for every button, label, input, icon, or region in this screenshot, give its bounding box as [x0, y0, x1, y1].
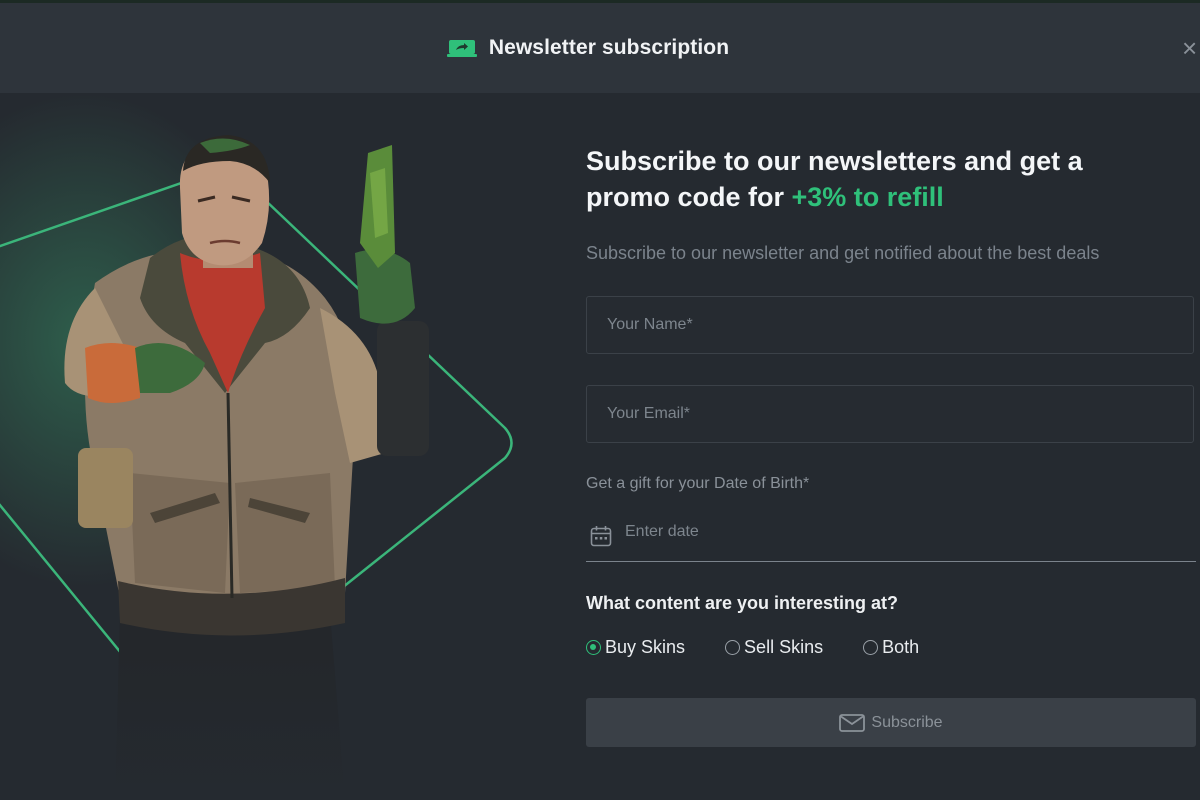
close-button[interactable]: × — [1182, 33, 1200, 63]
header-title-group: Newsletter subscription — [446, 36, 730, 60]
content-question: What content are you interesting at? — [586, 593, 899, 613]
date-of-birth-field[interactable] — [586, 509, 1196, 562]
header-title: Newsletter subscription — [488, 36, 730, 59]
promo-subtext: Subscribe to our newsletter and get noti… — [586, 243, 1100, 263]
hero-artwork — [0, 93, 560, 800]
radio-label: Sell Skins — [744, 637, 824, 657]
date-of-birth-label: Get a gift for your Date of Birth* — [586, 475, 810, 492]
email-input[interactable] — [586, 385, 1194, 443]
name-input[interactable] — [586, 296, 1194, 354]
promo-heading-accent: +3% to refill — [791, 182, 944, 212]
radio-unselected-icon — [863, 640, 879, 655]
promo-tag-icon — [446, 40, 477, 57]
radio-unselected-icon — [725, 640, 741, 655]
date-input[interactable] — [623, 519, 1167, 545]
subscribe-button[interactable]: Subscribe — [586, 698, 1196, 747]
radio-label: Both — [882, 637, 920, 657]
calendar-icon — [590, 526, 612, 547]
radio-sell-skins[interactable]: Sell Skins — [725, 637, 823, 658]
modal-header: Newsletter subscription × — [0, 3, 1200, 93]
content-options: Buy Skins Sell Skins Both — [586, 637, 919, 658]
subscribe-label: Subscribe — [871, 713, 943, 731]
radio-buy-skins[interactable]: Buy Skins — [586, 637, 685, 658]
mail-icon — [839, 713, 866, 732]
promo-heading: Subscribe to our newsletters and get a p… — [586, 143, 1146, 215]
radio-label: Buy Skins — [605, 637, 686, 657]
character-illustration — [0, 93, 560, 800]
radio-selected-icon — [586, 640, 601, 655]
radio-both[interactable]: Both — [863, 637, 919, 658]
